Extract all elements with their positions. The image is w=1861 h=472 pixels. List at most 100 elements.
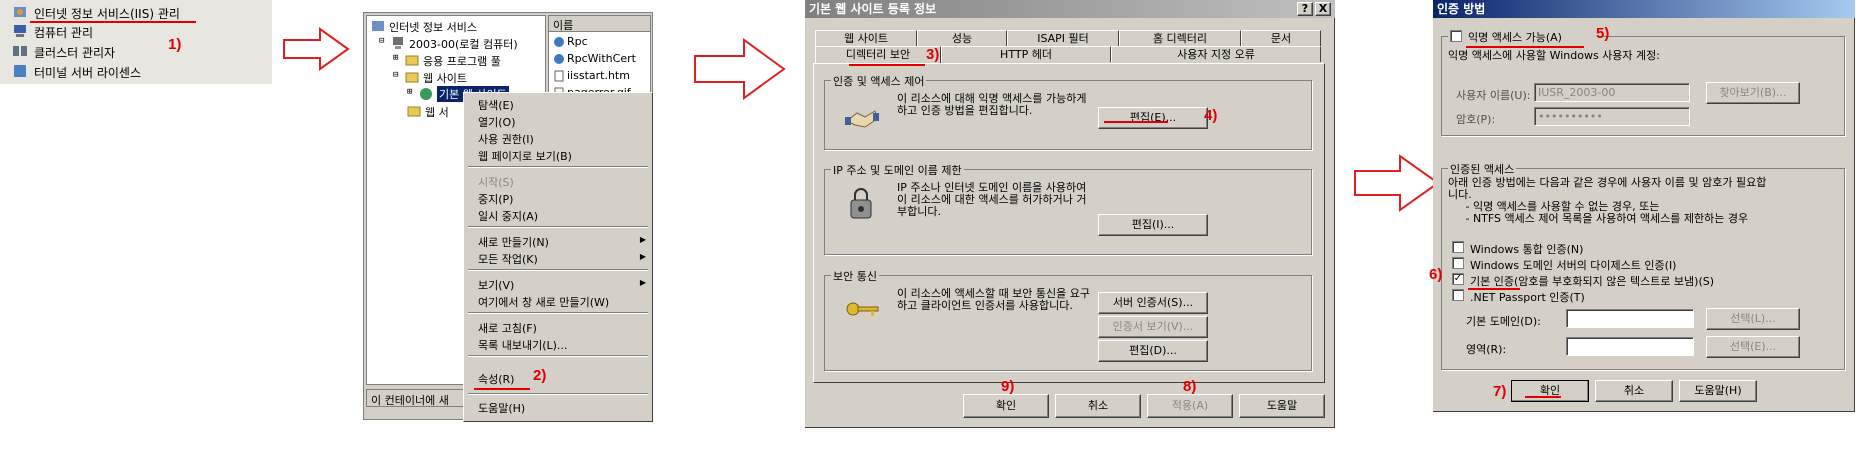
help-button[interactable]: 도움말 (1239, 394, 1325, 418)
tab-http-headers[interactable]: HTTP 헤더 (941, 46, 1111, 62)
group-label: 보안 통신 (831, 268, 879, 284)
menu-help[interactable]: 도움말(H) (478, 400, 525, 416)
help-button[interactable]: 도움말(H) (1679, 380, 1757, 402)
group-label: 인증된 액세스 (1448, 161, 1517, 177)
submenu-arrow-icon: ▶ (639, 235, 646, 244)
context-menu: 탐색(E) 열기(O) 사용 권한(I) 웹 페이지로 보기(B) 시작(S) … (463, 92, 653, 422)
cancel-button[interactable]: 취소 (1055, 394, 1141, 418)
menu-new[interactable]: 새로 만들기(N) (478, 234, 549, 250)
menu-separator (468, 312, 648, 314)
tab-performance[interactable]: 성능 (917, 30, 1007, 46)
menu-export[interactable]: 목록 내보내기(L)... (478, 337, 567, 353)
list-item-label: iisstart.htm (567, 69, 630, 82)
edit-auth-button[interactable]: 편집(E)... (1098, 107, 1208, 129)
menu-explore[interactable]: 탐색(E) (478, 97, 514, 113)
close-title-button[interactable]: X (1315, 2, 1331, 16)
menu-item-computer-management[interactable]: 컴퓨터 관리 (2, 22, 268, 40)
tab-website[interactable]: 웹 사이트 (815, 30, 917, 46)
file-icon (554, 70, 564, 82)
collapse-icon[interactable]: ⊟ (393, 70, 398, 80)
menu-view[interactable]: 보기(V) (478, 277, 514, 293)
expand-icon[interactable]: ⊞ (393, 53, 398, 63)
tree-label: 2003-00(로컬 컴퓨터) (409, 38, 518, 51)
anonymous-checkbox[interactable] (1450, 30, 1462, 42)
realm-field[interactable] (1566, 337, 1694, 356)
group-description: 이 리소스에 대해 익명 액세스를 가능하게 하고 인증 방법을 편집합니다. (897, 92, 1087, 117)
menu-refresh[interactable]: 새로 고침(F) (478, 320, 537, 336)
menu-separator (468, 355, 648, 357)
auth-access-group: 인증 및 액세스 제어 이 리소스에 대해 익명 액세스를 가능하게 하고 인증… (824, 73, 1312, 150)
step-marker-5: 5) (1596, 25, 1610, 42)
dialog-titlebar: 기본 웹 사이트 등록 정보 (805, 0, 1335, 18)
tree-label: 웹 서 (425, 106, 449, 119)
option-digest[interactable]: Windows 도메인 서버의 다이제스트 인증(I) (1452, 257, 1832, 272)
select-realm-button: 선택(E)... (1706, 336, 1800, 358)
anonymous-description: 익명 액세스에 사용할 Windows 사용자 계정: (1448, 49, 1660, 62)
globe-icon (420, 88, 432, 100)
basic-checkbox[interactable]: ✓ (1452, 273, 1464, 285)
list-item-label: Rpc (567, 35, 588, 48)
tree-label: 응용 프로그램 풀 (423, 55, 501, 68)
option-label: Windows 도메인 서버의 다이제스트 인증(I) (1470, 259, 1677, 272)
password-label: 암호(P): (1456, 113, 1496, 126)
option-windows-integrated[interactable]: Windows 통합 인증(N) (1452, 241, 1832, 256)
tab-directory-security[interactable]: 디렉터리 보안 (815, 46, 941, 64)
computer-management-icon (14, 25, 26, 37)
ok-button[interactable]: 확인 (1511, 380, 1589, 402)
underline-mark (474, 388, 530, 390)
server-cert-button[interactable]: 서버 인증서(S)... (1098, 292, 1208, 314)
tab-panel: 인증 및 액세스 제어 이 리소스에 대해 익명 액세스를 가능하게 하고 인증… (813, 63, 1325, 383)
edit-secure-button[interactable]: 편집(D)... (1098, 340, 1208, 362)
menu-permissions[interactable]: 사용 권한(I) (478, 131, 534, 147)
group-label: IP 주소 및 도메인 이름 제한 (831, 162, 964, 178)
tree-label: 웹 사이트 (423, 72, 467, 85)
anonymous-checkbox-row[interactable]: 익명 액세스 가능(A) (1448, 28, 1598, 44)
cancel-button[interactable]: 취소 (1595, 380, 1673, 402)
folder-icon (405, 55, 419, 66)
digest-checkbox[interactable] (1452, 257, 1464, 269)
tab-home-directory[interactable]: 홈 디렉터리 (1119, 30, 1241, 46)
menu-pause[interactable]: 일시 중지(A) (478, 208, 538, 224)
admin-tools-menu: 인터넷 정보 서비스(IIS) 관리 컴퓨터 관리 클러스터 관리자 터미널 서… (0, 0, 272, 84)
windows-integrated-checkbox[interactable] (1452, 241, 1464, 253)
handshake-icon (845, 110, 879, 128)
dialog-titlebar: 인증 방법 (1433, 0, 1855, 18)
menu-all-tasks[interactable]: 모든 작업(K) (478, 251, 538, 267)
menu-stop[interactable]: 중지(P) (478, 191, 513, 207)
view-cert-button: 인증서 보기(V)... (1098, 316, 1208, 338)
edit-ip-button[interactable]: 편집(I)... (1098, 214, 1208, 236)
arrow-right-icon (694, 38, 786, 100)
help-title-button[interactable]: ? (1297, 2, 1313, 16)
auth-methods-dialog: 인증 방법 익명 액세스 가능(A) 5) 익명 액세스에 사용할 Window… (1429, 0, 1855, 412)
authenticated-access-group: 인증된 액세스 아래 인증 방법에는 다음과 같은 경우에 사용자 이름 및 암… (1441, 161, 1845, 370)
anonymous-group: 익명 액세스 가능(A) 5) 익명 액세스에 사용할 Windows 사용자 … (1441, 25, 1845, 136)
dialog-title: 인증 방법 (1437, 2, 1486, 16)
default-domain-field[interactable] (1566, 309, 1694, 328)
passport-checkbox[interactable] (1452, 289, 1464, 301)
apply-button[interactable]: 적용(A) (1147, 394, 1233, 418)
step-marker-8: 8) (1183, 378, 1197, 395)
tab-isapi[interactable]: ISAPI 필터 (1007, 30, 1119, 46)
option-passport[interactable]: .NET Passport 인증(T) (1452, 289, 1832, 304)
ok-button[interactable]: 확인 (963, 394, 1049, 418)
menu-view-web[interactable]: 웹 페이지로 보기(B) (478, 148, 572, 164)
menu-open[interactable]: 열기(O) (478, 114, 515, 130)
option-label: .NET Passport 인증(T) (1470, 291, 1585, 304)
menu-separator (468, 393, 648, 395)
tab-documents[interactable]: 문서 (1241, 30, 1321, 46)
menu-properties[interactable]: 속성(R) (478, 371, 514, 387)
auth-description: 아래 인증 방법에는 다음과 같은 경우에 사용자 이름 및 암호가 필요합 니… (1448, 176, 1767, 225)
expand-icon[interactable]: ⊞ (407, 87, 412, 97)
option-basic[interactable]: ✓ 기본 인증(암호를 부호화되지 않은 텍스트로 보냄)(S) (1452, 273, 1832, 288)
status-text: 이 컨테이너에 새 (371, 394, 449, 407)
menu-item-iis[interactable]: 인터넷 정보 서비스(IIS) 관리 (2, 3, 268, 21)
list-header[interactable]: 이름 (549, 16, 650, 32)
collapse-icon[interactable]: ⊟ (379, 36, 384, 46)
menu-item-cluster[interactable]: 클러스터 관리자 (2, 42, 268, 60)
menu-new-window[interactable]: 여기에서 창 새로 만들기(W) (478, 294, 609, 310)
default-domain-label: 기본 도메인(D): (1466, 315, 1541, 328)
anonymous-label: 익명 액세스 가능(A) (1468, 31, 1562, 44)
group-description: IP 주소나 인터넷 도메인 이름을 사용하여 이 리소스에 대한 액세스를 허… (897, 181, 1087, 218)
menu-item-terminal-license[interactable]: 터미널 서버 라이센스 (2, 62, 268, 80)
tab-custom-errors[interactable]: 사용자 지정 오류 (1111, 46, 1321, 62)
